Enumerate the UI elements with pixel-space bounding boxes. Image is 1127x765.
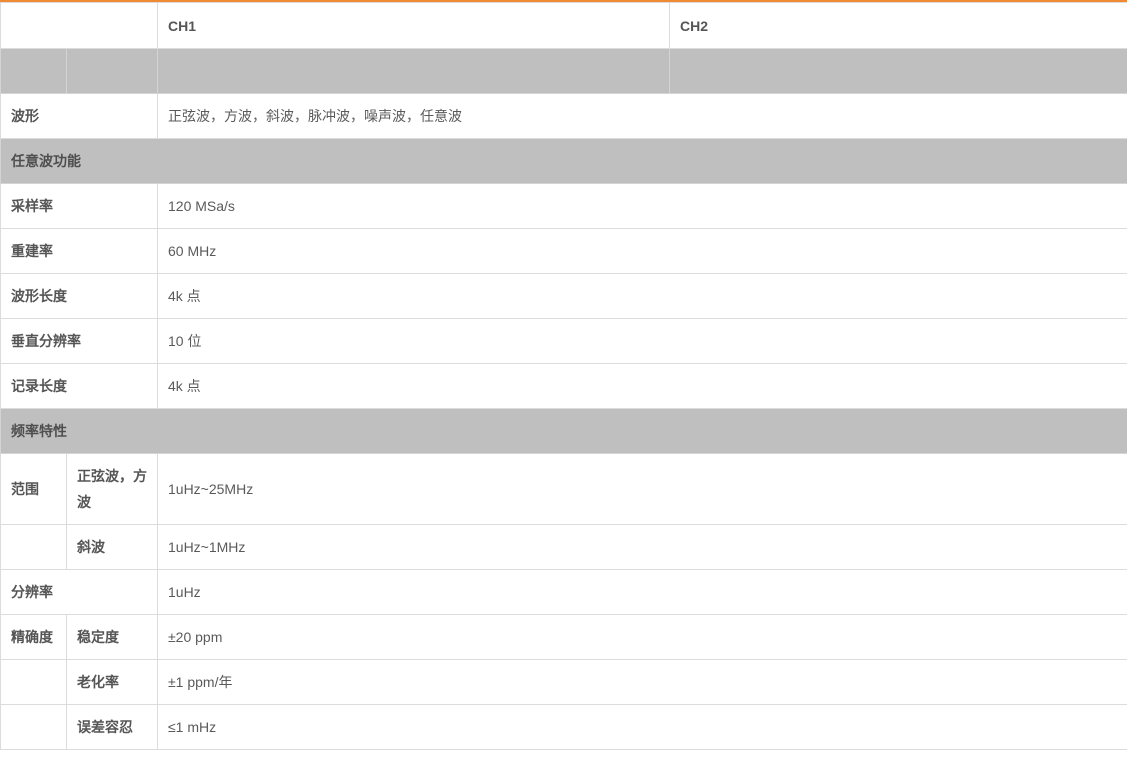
row-value-record-length: 4k 点 <box>157 363 1127 409</box>
table-row: 波形 正弦波，方波，斜波，脉冲波，噪声波，任意波 <box>0 93 1127 139</box>
blank-section-row <box>0 48 1127 94</box>
row-sublabel-sine-square: 正弦波，方波 <box>66 453 158 525</box>
row-label-record-length: 记录长度 <box>0 363 158 409</box>
row-sublabel-ramp: 斜波 <box>66 524 158 570</box>
section-title-arb: 任意波功能 <box>0 138 1127 184</box>
row-value-tolerance: ≤1 mHz <box>157 704 1127 750</box>
header-empty-cell <box>0 2 158 49</box>
table-row: 采样率 120 MSa/s <box>0 183 1127 229</box>
row-label-range: 范围 <box>0 453 67 525</box>
empty-cell <box>0 524 67 570</box>
row-label-vertical-res: 垂直分辨率 <box>0 318 158 364</box>
blank-cell <box>157 48 670 94</box>
row-label-wave-length: 波形长度 <box>0 273 158 319</box>
blank-cell <box>669 48 1127 94</box>
row-sublabel-aging: 老化率 <box>66 659 158 705</box>
section-row-arb: 任意波功能 <box>0 138 1127 184</box>
table-row: 老化率 ±1 ppm/年 <box>0 659 1127 705</box>
table-row: 波形长度 4k 点 <box>0 273 1127 319</box>
row-label-resolution: 分辨率 <box>0 569 158 615</box>
table-row: 垂直分辨率 10 位 <box>0 318 1127 364</box>
column-header-ch1: CH1 <box>157 2 670 49</box>
section-row-freq: 频率特性 <box>0 408 1127 454</box>
blank-cell <box>0 48 67 94</box>
blank-cell <box>66 48 158 94</box>
table-row: 精确度 稳定度 ±20 ppm <box>0 614 1127 660</box>
empty-cell <box>0 659 67 705</box>
row-label-rebuild-rate: 重建率 <box>0 228 158 274</box>
table-row: 斜波 1uHz~1MHz <box>0 524 1127 570</box>
row-value-aging: ±1 ppm/年 <box>157 659 1127 705</box>
column-header-ch2: CH2 <box>669 2 1127 49</box>
spec-table-container: CH1 CH2 波形 正弦波，方波，斜波，脉冲波，噪声波，任意波 任意波功能 采… <box>0 0 1127 765</box>
header-row: CH1 CH2 <box>0 2 1127 49</box>
row-value-sample-rate: 120 MSa/s <box>157 183 1127 229</box>
table-row: 记录长度 4k 点 <box>0 363 1127 409</box>
section-title-freq: 频率特性 <box>0 408 1127 454</box>
row-value-ramp: 1uHz~1MHz <box>157 524 1127 570</box>
row-label-waveform: 波形 <box>0 93 158 139</box>
row-value-sine-square: 1uHz~25MHz <box>157 453 1127 525</box>
empty-cell <box>0 704 67 750</box>
table-row: 重建率 60 MHz <box>0 228 1127 274</box>
row-label-sample-rate: 采样率 <box>0 183 158 229</box>
spec-table: CH1 CH2 波形 正弦波，方波，斜波，脉冲波，噪声波，任意波 任意波功能 采… <box>0 2 1127 750</box>
table-row: 误差容忍 ≤1 mHz <box>0 704 1127 750</box>
row-label-accuracy: 精确度 <box>0 614 67 660</box>
table-row: 分辨率 1uHz <box>0 569 1127 615</box>
row-value-rebuild-rate: 60 MHz <box>157 228 1127 274</box>
row-sublabel-tolerance: 误差容忍 <box>66 704 158 750</box>
row-sublabel-stability: 稳定度 <box>66 614 158 660</box>
row-value-vertical-res: 10 位 <box>157 318 1127 364</box>
row-value-resolution: 1uHz <box>157 569 1127 615</box>
row-value-wave-length: 4k 点 <box>157 273 1127 319</box>
row-value-stability: ±20 ppm <box>157 614 1127 660</box>
table-row: 范围 正弦波，方波 1uHz~25MHz <box>0 453 1127 525</box>
row-value-waveform: 正弦波，方波，斜波，脉冲波，噪声波，任意波 <box>157 93 1127 139</box>
